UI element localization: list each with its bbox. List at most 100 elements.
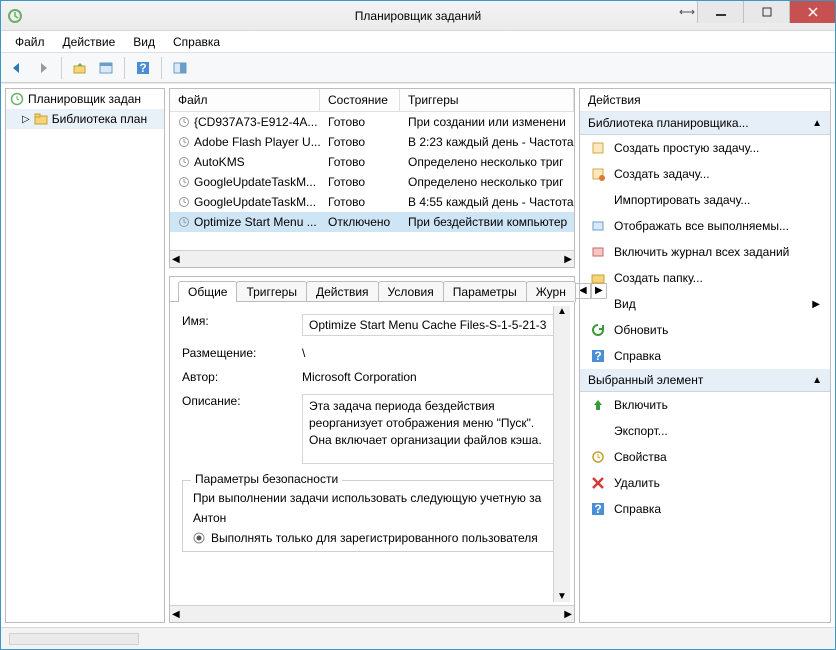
tree-library[interactable]: ▷ Библиотека план (6, 109, 164, 129)
scroll-left-icon[interactable]: ◀ (172, 254, 180, 265)
menu-file[interactable]: Файл (7, 33, 53, 51)
actions-section-library[interactable]: Библиотека планировщика... ▲ (580, 112, 830, 135)
import-icon (590, 192, 606, 208)
view-icon (590, 296, 606, 312)
tab-settings[interactable]: Параметры (443, 281, 527, 302)
collapse-icon[interactable]: ▲ (812, 375, 822, 386)
minimize-button[interactable] (697, 1, 743, 23)
tab-general-content: Имя: Optimize Start Menu Cache Files-S-1… (170, 301, 574, 622)
action-view[interactable]: Вид▶ (580, 291, 830, 317)
menu-help[interactable]: Справка (165, 33, 228, 51)
resize-icon (679, 7, 695, 17)
action-refresh[interactable]: Обновить (580, 317, 830, 343)
svg-text:?: ? (594, 502, 601, 516)
clock-icon (178, 136, 190, 148)
folder-up-button[interactable] (68, 56, 92, 80)
show-pane-button[interactable] (168, 56, 192, 80)
action-enable-history[interactable]: Включить журнал всех заданий (580, 239, 830, 265)
task-row[interactable]: {CD937A73-E912-4A... Готово При создании… (170, 112, 574, 132)
help-icon: ? (590, 501, 606, 517)
action-export[interactable]: Экспорт... (580, 418, 830, 444)
col-file[interactable]: Файл (170, 89, 320, 111)
delete-icon (590, 475, 606, 491)
enable-icon (590, 397, 606, 413)
security-group: Параметры безопасности При выполнении за… (182, 480, 562, 552)
main-pane: Файл Состояние Триггеры {CD937A73-E912-4… (169, 88, 575, 623)
actions-pane: Действия Библиотека планировщика... ▲ Со… (579, 88, 831, 623)
desc-field[interactable]: Эта задача периода бездействия реорганиз… (302, 394, 562, 464)
folder-icon (590, 270, 606, 286)
back-button[interactable] (5, 56, 29, 80)
tree-pane[interactable]: Планировщик задан ▷ Библиотека план (5, 88, 165, 623)
clock-icon (178, 116, 190, 128)
maximize-button[interactable] (743, 1, 789, 23)
titlebar[interactable]: Планировщик заданий (1, 1, 835, 31)
scroll-up-icon[interactable]: ▲ (557, 306, 567, 317)
actions-section-selected[interactable]: Выбранный элемент ▲ (580, 369, 830, 392)
help-button[interactable]: ? (131, 56, 155, 80)
tab-triggers[interactable]: Триггеры (236, 281, 307, 302)
action-delete[interactable]: Удалить (580, 470, 830, 496)
scroll-left-icon[interactable]: ◀ (172, 609, 180, 620)
scroll-right-icon[interactable]: ▶ (564, 609, 572, 620)
task-row[interactable]: Optimize Start Menu ... Отключено При бе… (170, 212, 574, 232)
close-button[interactable] (789, 1, 835, 23)
expand-icon[interactable]: ▷ (22, 114, 30, 125)
author-value: Microsoft Corporation (302, 370, 562, 384)
tab-conditions[interactable]: Условия (378, 281, 444, 302)
col-triggers[interactable]: Триггеры (400, 89, 574, 111)
tab-actions[interactable]: Действия (306, 281, 379, 302)
history-icon (590, 244, 606, 260)
task-row[interactable]: GoogleUpdateTaskM... Готово В 4:55 кажды… (170, 192, 574, 212)
task-row[interactable]: Adobe Flash Player U... Готово В 2:23 ка… (170, 132, 574, 152)
properties-icon (590, 449, 606, 465)
menu-action[interactable]: Действие (55, 33, 124, 51)
running-icon (590, 218, 606, 234)
action-show-running[interactable]: Отображать все выполняемы... (580, 213, 830, 239)
horizontal-scrollbar[interactable]: ◀ ▶ (170, 250, 574, 267)
tab-general[interactable]: Общие (178, 281, 237, 302)
scroll-down-icon[interactable]: ▼ (557, 591, 567, 602)
action-create-task[interactable]: Создать задачу... (580, 161, 830, 187)
col-state[interactable]: Состояние (320, 89, 400, 111)
refresh-icon (590, 322, 606, 338)
action-properties[interactable]: Свойства (580, 444, 830, 470)
security-user: Антон (193, 511, 551, 525)
export-icon (590, 423, 606, 439)
action-help-2[interactable]: ?Справка (580, 496, 830, 522)
app-icon (7, 8, 23, 24)
horizontal-scrollbar[interactable]: ◀ ▶ (170, 605, 574, 622)
tree-root[interactable]: Планировщик задан (6, 89, 164, 109)
action-new-folder[interactable]: Создать папку... (580, 265, 830, 291)
clock-icon (178, 176, 190, 188)
action-import-task[interactable]: Импортировать задачу... (580, 187, 830, 213)
action-help[interactable]: ?Справка (580, 343, 830, 369)
clock-icon (178, 216, 190, 228)
radio-icon[interactable] (193, 532, 205, 544)
action-create-basic-task[interactable]: Создать простую задачу... (580, 135, 830, 161)
svg-text:?: ? (139, 61, 146, 75)
actions-title: Действия (580, 89, 830, 112)
security-radio-label: Выполнять только для зарегистрированного… (211, 531, 538, 545)
task-row[interactable]: AutoKMS Готово Определено несколько триг (170, 152, 574, 172)
window-controls (697, 1, 835, 23)
vertical-scrollbar[interactable]: ▲ ▼ (553, 306, 570, 602)
task-row[interactable]: GoogleUpdateTaskM... Готово Определено н… (170, 172, 574, 192)
location-label: Размещение: (182, 346, 302, 360)
task-scheduler-window: Планировщик заданий Файл Действие Вид Сп… (0, 0, 836, 650)
properties-button[interactable] (94, 56, 118, 80)
name-field[interactable]: Optimize Start Menu Cache Files-S-1-5-21… (302, 314, 562, 336)
clock-icon (178, 196, 190, 208)
status-segment (9, 633, 139, 645)
menu-view[interactable]: Вид (125, 33, 163, 51)
task-list[interactable]: Файл Состояние Триггеры {CD937A73-E912-4… (169, 88, 575, 268)
toolbar-separator-2 (124, 57, 125, 79)
action-enable[interactable]: Включить (580, 392, 830, 418)
tab-history[interactable]: Журн (526, 281, 576, 302)
scroll-right-icon[interactable]: ▶ (564, 254, 572, 265)
svg-text:?: ? (594, 349, 601, 363)
collapse-icon[interactable]: ▲ (812, 118, 822, 129)
forward-button[interactable] (31, 56, 55, 80)
task-icon (590, 166, 606, 182)
help-icon: ? (590, 348, 606, 364)
